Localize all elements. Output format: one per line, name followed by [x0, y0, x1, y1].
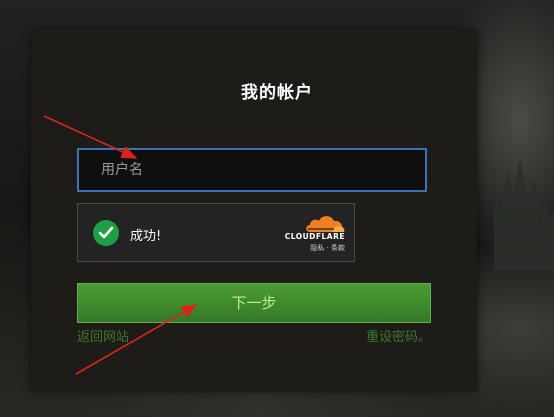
cloudflare-turnstile-widget[interactable]: 成功! CLOUDFLARE 隐私 · 条款 — [77, 203, 355, 262]
captcha-status-text: 成功! — [130, 229, 162, 244]
reset-password-link[interactable]: 重设密码。 — [366, 326, 431, 345]
cloudflare-wordmark: CLOUDFLARE — [284, 232, 345, 241]
next-step-button[interactable]: 下一步 — [77, 283, 431, 323]
terms-link[interactable]: 条款 — [331, 244, 345, 252]
back-to-site-link[interactable]: 返回网站 — [77, 326, 129, 345]
privacy-link[interactable]: 隐私 — [310, 244, 324, 252]
page-title: 我的帐户 — [241, 83, 313, 103]
cloudflare-links: 隐私 · 条款 — [271, 243, 345, 253]
cloudflare-logo-icon — [306, 216, 345, 232]
username-input[interactable] — [77, 148, 427, 192]
link-separator: · — [326, 244, 329, 252]
check-circle-icon — [93, 220, 119, 246]
castle-silhouette — [494, 160, 554, 270]
